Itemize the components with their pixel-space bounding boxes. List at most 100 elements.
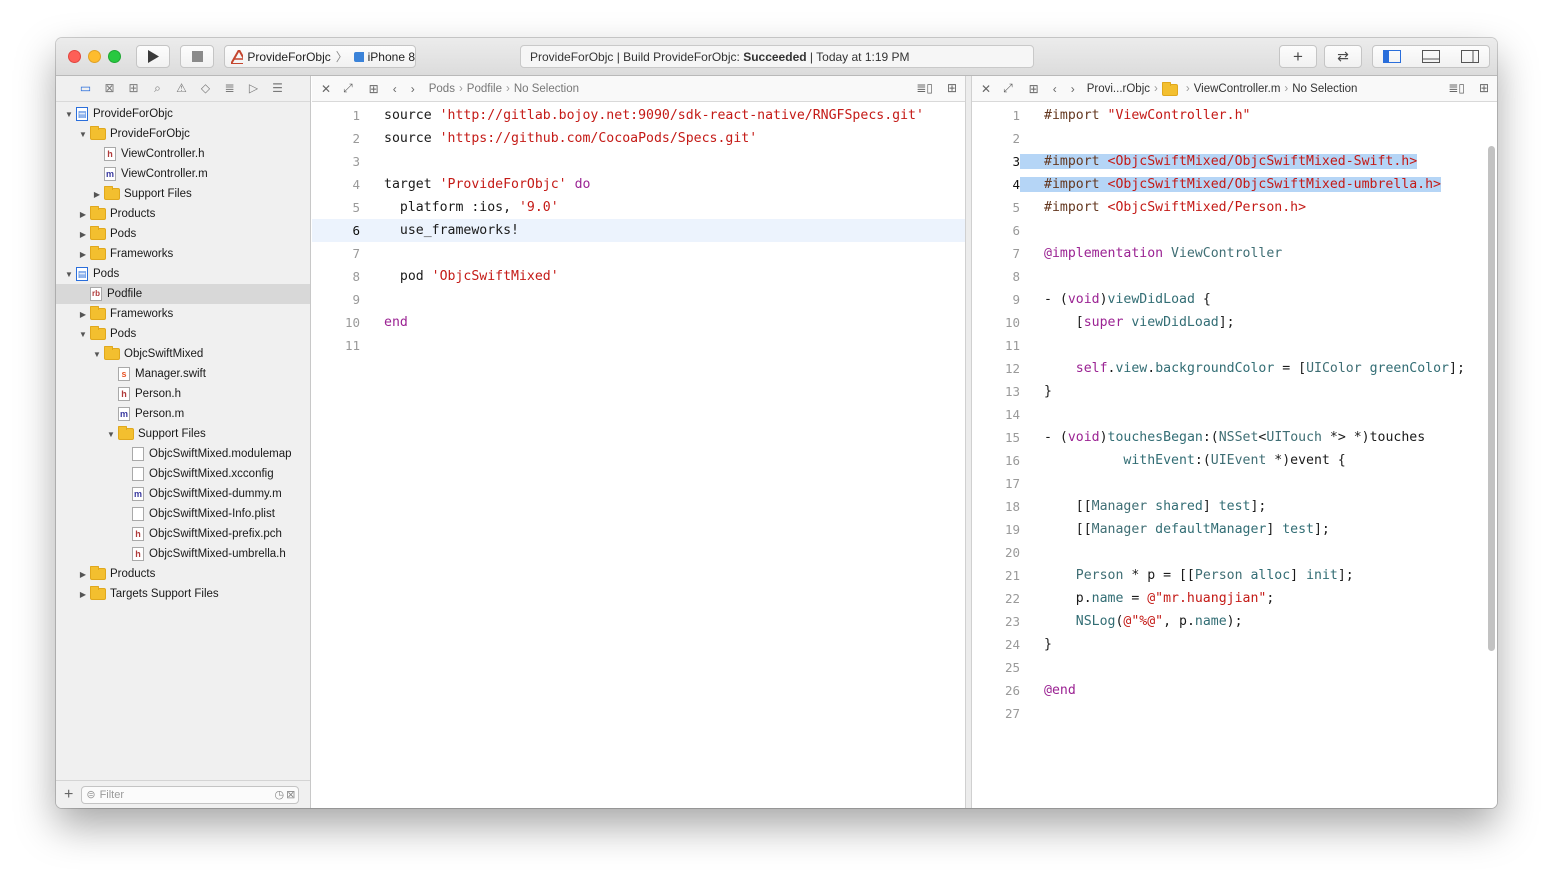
test-icon[interactable]: ◇ xyxy=(198,81,213,96)
disclosure-closed-icon[interactable]: ▶ xyxy=(78,230,88,239)
code-line[interactable]: 3 #import <ObjcSwiftMixed/ObjcSwiftMixed-… xyxy=(972,150,1497,173)
code-line[interactable]: 5 #import <ObjcSwiftMixed/Person.h> xyxy=(972,196,1497,219)
code-line[interactable]: 8 xyxy=(972,265,1497,288)
breadcrumb-item[interactable]: Provi...rObjc xyxy=(1087,83,1150,95)
code-line[interactable]: 22 p.name = @"mr.huangjian"; xyxy=(972,587,1497,610)
split-editor-icon[interactable]: ⊞ xyxy=(1479,81,1489,95)
folder-icon[interactable]: ▭ xyxy=(78,81,93,96)
recent-files-icon[interactable]: ◷ xyxy=(275,788,285,801)
run-button[interactable] xyxy=(136,45,170,68)
tree-row[interactable]: ▼ Pods xyxy=(56,324,310,344)
code-line[interactable]: 4 #import <ObjcSwiftMixed/ObjcSwiftMixed-… xyxy=(972,173,1497,196)
expand-icon[interactable]: ⤢ xyxy=(343,81,353,96)
tree-row[interactable]: h ObjcSwiftMixed-prefix.pch xyxy=(56,524,310,544)
code-line[interactable]: 12 self.view.backgroundColor = [UIColor … xyxy=(972,357,1497,380)
tree-row[interactable]: m Person.m xyxy=(56,404,310,424)
disclosure-open-icon[interactable]: ▼ xyxy=(78,130,88,139)
scm-filter-icon[interactable]: ⊠ xyxy=(286,788,295,801)
tree-row[interactable]: ▶ Frameworks xyxy=(56,304,310,324)
code-review-button[interactable]: ⇄ xyxy=(1324,45,1362,68)
code-line[interactable]: 27 xyxy=(972,702,1497,725)
related-items-icon[interactable]: ⊞ xyxy=(369,82,379,96)
tree-row[interactable]: s Manager.swift xyxy=(56,364,310,384)
report-icon[interactable]: ☰ xyxy=(270,81,285,96)
expand-icon[interactable]: ⤢ xyxy=(1003,81,1013,96)
code-line[interactable]: 6 use_frameworks! xyxy=(312,219,965,242)
close-icon[interactable]: ✕ xyxy=(981,82,991,96)
code-line[interactable]: 10 [super viewDidLoad]; xyxy=(972,311,1497,334)
code-line[interactable]: 2 xyxy=(972,127,1497,150)
tree-row[interactable]: ▶ Products xyxy=(56,564,310,584)
editor-options-icon[interactable]: ≣▯ xyxy=(1448,81,1465,95)
code-line[interactable]: 11 xyxy=(312,334,965,357)
debug-icon[interactable]: ≣ xyxy=(222,81,237,96)
forward-icon[interactable]: › xyxy=(1071,82,1075,96)
tree-row[interactable]: ObjcSwiftMixed-Info.plist xyxy=(56,504,310,524)
navigator-toggle-icon[interactable] xyxy=(1383,50,1402,63)
tree-row[interactable]: ▼ ▤ Pods xyxy=(56,264,310,284)
filter-input[interactable]: ⊜ Filter ◷ ⊠ xyxy=(81,785,300,804)
disclosure-closed-icon[interactable]: ▶ xyxy=(78,250,88,259)
code-line[interactable]: 18 [[Manager shared] test]; xyxy=(972,495,1497,518)
code-line[interactable]: 4 target 'ProvideForObjc' do xyxy=(312,173,965,196)
code-line[interactable]: 16 withEvent:(UIEvent *)event { xyxy=(972,449,1497,472)
close-window-button[interactable] xyxy=(68,50,81,63)
disclosure-closed-icon[interactable]: ▶ xyxy=(78,210,88,219)
code-line[interactable]: 17 xyxy=(972,472,1497,495)
disclosure-open-icon[interactable]: ▼ xyxy=(64,110,74,119)
tree-row[interactable]: ▶ Support Files xyxy=(56,184,310,204)
code-line[interactable]: 3 xyxy=(312,150,965,173)
tree-row[interactable]: ▶ Pods xyxy=(56,224,310,244)
code-line[interactable]: 10 end xyxy=(312,311,965,334)
close-icon[interactable]: ✕ xyxy=(321,82,331,96)
code-line[interactable]: 15- (void)touchesBegan:(NSSet<UITouch *>… xyxy=(972,426,1497,449)
code-line[interactable]: 13} xyxy=(972,380,1497,403)
tree-row[interactable]: h ObjcSwiftMixed-umbrella.h xyxy=(56,544,310,564)
tree-row[interactable]: ObjcSwiftMixed.xcconfig xyxy=(56,464,310,484)
code-line[interactable]: 1 #import "ViewController.h" xyxy=(972,104,1497,127)
minimize-window-button[interactable] xyxy=(88,50,101,63)
editor-options-icon[interactable]: ≣▯ xyxy=(916,81,933,95)
disclosure-closed-icon[interactable]: ▶ xyxy=(78,590,88,599)
code-line[interactable]: 26 @end xyxy=(972,679,1497,702)
code-line[interactable]: 7 @implementation ViewController xyxy=(972,242,1497,265)
back-icon[interactable]: ‹ xyxy=(1053,82,1057,96)
tree-row[interactable]: m ViewController.m xyxy=(56,164,310,184)
tree-row[interactable]: rb Podfile xyxy=(56,284,310,304)
disclosure-open-icon[interactable]: ▼ xyxy=(64,270,74,279)
code-line[interactable]: 5 platform :ios, '9.0' xyxy=(312,196,965,219)
disclosure-closed-icon[interactable]: ▶ xyxy=(78,570,88,579)
code-line[interactable]: 1 source 'http://gitlab.bojoy.net:9090/sd… xyxy=(312,104,965,127)
back-icon[interactable]: ‹ xyxy=(393,82,397,96)
warning-icon[interactable]: ⚠ xyxy=(174,81,189,96)
related-items-icon[interactable]: ⊞ xyxy=(1029,82,1039,96)
tree-row[interactable]: ▶ Targets Support Files xyxy=(56,584,310,604)
debug-area-toggle-icon[interactable] xyxy=(1421,50,1440,63)
split-editor-icon[interactable]: ⊞ xyxy=(947,81,957,95)
tree-row[interactable]: h ViewController.h xyxy=(56,144,310,164)
search-icon[interactable]: ⌕ xyxy=(150,81,165,96)
tree-row[interactable]: ▼ Support Files xyxy=(56,424,310,444)
add-icon[interactable]: + xyxy=(64,786,73,804)
library-button[interactable]: + xyxy=(1279,45,1317,68)
code-line[interactable]: 7 xyxy=(312,242,965,265)
disclosure-open-icon[interactable]: ▼ xyxy=(78,330,88,339)
code-line[interactable]: 20 xyxy=(972,541,1497,564)
inspector-toggle-icon[interactable] xyxy=(1460,50,1479,63)
code-line[interactable]: 8 pod 'ObjcSwiftMixed' xyxy=(312,265,965,288)
breadcrumb-item[interactable]: Pods xyxy=(429,83,455,95)
breadcrumb-item[interactable]: No Selection xyxy=(1292,83,1357,95)
zoom-window-button[interactable] xyxy=(108,50,121,63)
code-line[interactable]: 19 [[Manager defaultManager] test]; xyxy=(972,518,1497,541)
folder-icon[interactable] xyxy=(1161,81,1178,96)
disclosure-closed-icon[interactable]: ▶ xyxy=(92,190,102,199)
code-line[interactable]: 2 source 'https://github.com/CocoaPods/Sp… xyxy=(312,127,965,150)
source-control-icon[interactable]: ⊠ xyxy=(102,81,117,96)
tree-row[interactable]: ▼ ObjcSwiftMixed xyxy=(56,344,310,364)
code-line[interactable]: 24} xyxy=(972,633,1497,656)
disclosure-open-icon[interactable]: ▼ xyxy=(106,430,116,439)
code-line[interactable]: 6 xyxy=(972,219,1497,242)
disclosure-open-icon[interactable]: ▼ xyxy=(92,350,102,359)
code-area[interactable]: 1 #import "ViewController.h" 2 3 #import <Ob… xyxy=(972,104,1497,725)
vertical-scrollbar[interactable] xyxy=(1488,146,1495,651)
